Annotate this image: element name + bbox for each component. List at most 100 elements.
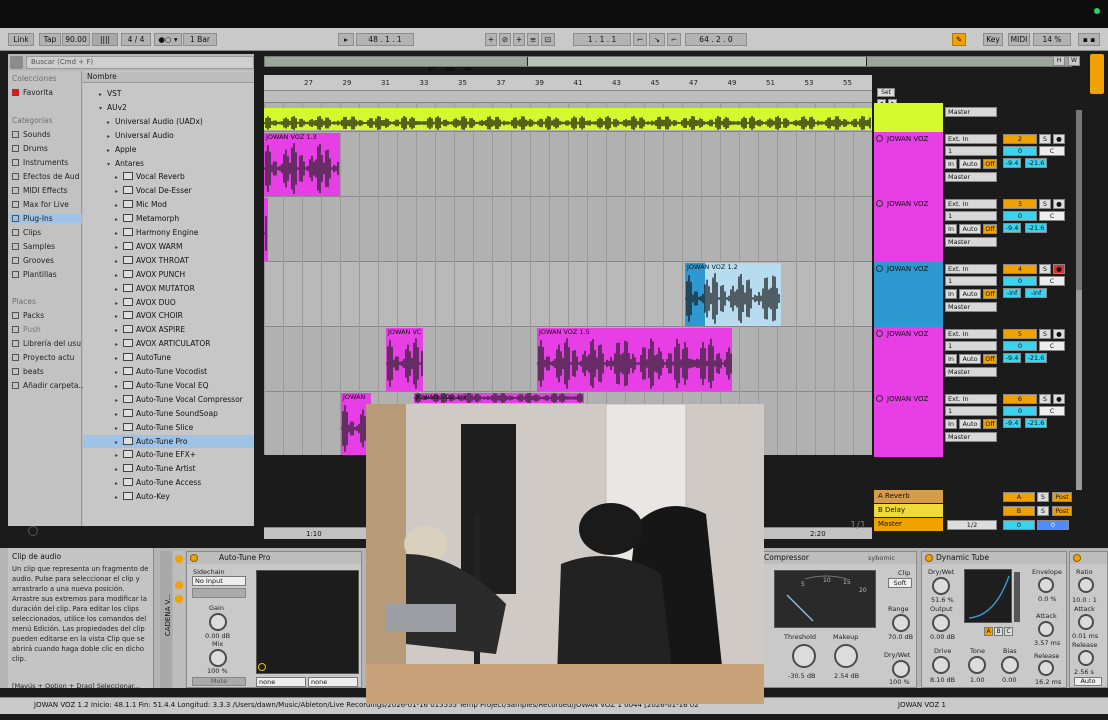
sidebar-item-push[interactable]: Push bbox=[12, 325, 41, 334]
browser-item[interactable]: ▸ AVOX ARTICULATOR bbox=[83, 337, 254, 350]
solo-button[interactable]: S bbox=[1039, 394, 1051, 404]
browser-toggle-icon[interactable] bbox=[10, 56, 23, 69]
monitor-auto-button[interactable]: Auto bbox=[959, 159, 981, 169]
input-type-select[interactable]: Ext. In bbox=[945, 329, 997, 339]
browser-item[interactable]: ▸ Vocal De-Esser bbox=[83, 184, 254, 197]
overdub-button[interactable]: + bbox=[485, 33, 497, 46]
output-select[interactable]: Master bbox=[945, 432, 997, 442]
audio-clip[interactable] bbox=[264, 108, 872, 130]
monitor-off-button[interactable]: Off bbox=[983, 289, 997, 299]
return-a-button[interactable]: A bbox=[1003, 492, 1035, 502]
release-knob[interactable] bbox=[1038, 660, 1054, 676]
browser-item[interactable]: ▸ Apple bbox=[83, 143, 254, 156]
set-button[interactable]: Set bbox=[877, 88, 895, 97]
arrangement-overview[interactable] bbox=[264, 56, 1072, 67]
expand-arrow-icon[interactable]: ▸ bbox=[115, 338, 123, 351]
soft-button[interactable]: Soft bbox=[888, 578, 912, 588]
send-b-field[interactable]: -inf bbox=[1025, 288, 1047, 298]
quantize-select[interactable]: 1 Bar bbox=[183, 33, 217, 46]
sidebar-item-plugins[interactable]: Plug-Ins bbox=[10, 214, 82, 223]
track-header[interactable]: JOWAN VOZ bbox=[874, 197, 943, 262]
metronome-button[interactable]: ●○ ▾ bbox=[154, 33, 182, 46]
browser-item[interactable]: ▸ Vocal Reverb bbox=[83, 170, 254, 183]
expand-arrow-icon[interactable]: ▸ bbox=[115, 394, 123, 407]
key-map-button[interactable]: Key bbox=[983, 33, 1003, 46]
browser-item[interactable]: ▸ Auto-Tune Vocal EQ bbox=[83, 379, 254, 392]
audio-clip[interactable]: JOWAN VOZ 1.3 bbox=[264, 133, 340, 196]
sidebar-item-packs[interactable]: Packs bbox=[12, 311, 44, 320]
send-b-field[interactable]: -21.6 bbox=[1025, 353, 1047, 363]
sidebar-item-samples[interactable]: Samples bbox=[12, 242, 55, 251]
reenable-button[interactable]: + bbox=[513, 33, 525, 46]
monitor-in-button[interactable]: In bbox=[945, 224, 957, 234]
browser-item[interactable]: ▸ Auto-Tune Pro bbox=[83, 434, 254, 449]
expand-arrow-icon[interactable]: ▸ bbox=[115, 269, 123, 282]
position-field[interactable]: 48 . 1 . 1 bbox=[356, 33, 414, 46]
expand-arrow-icon[interactable]: ▸ bbox=[115, 227, 123, 240]
loop-toggle-button[interactable]: ↘ bbox=[649, 33, 665, 46]
volume-field[interactable]: 0 bbox=[1003, 406, 1037, 416]
output-select[interactable]: Master bbox=[945, 237, 997, 247]
send-a-field[interactable]: -9.4 bbox=[1003, 418, 1021, 428]
browser-item[interactable]: ▸ AVOX PUNCH bbox=[83, 268, 254, 281]
expand-arrow-icon[interactable]: ▸ bbox=[115, 255, 123, 268]
beat-time-ruler[interactable]: 27 29 31 33 35 37 39 41 43 45 47 49 51 53 55 bbox=[264, 75, 872, 91]
browser-item[interactable]: ▸ AVOX THROAT bbox=[83, 254, 254, 267]
ratio-attack-knob[interactable] bbox=[1078, 614, 1094, 630]
w-button[interactable]: W bbox=[1068, 56, 1080, 66]
track-header[interactable]: JOWAN VOZ bbox=[874, 327, 943, 392]
input-channel-select[interactable]: 1 bbox=[945, 276, 997, 286]
tempo-nudge[interactable]: |||| bbox=[92, 33, 118, 46]
browser-item[interactable]: ▸ AutoTune bbox=[83, 351, 254, 364]
audio-clip[interactable]: JOWAN VOZ 1.5 bbox=[537, 328, 732, 391]
ratio-auto-button[interactable]: Auto bbox=[1074, 677, 1102, 686]
browser-item[interactable]: ▸ VST bbox=[83, 87, 254, 100]
track-activator-button[interactable]: 6 bbox=[1003, 394, 1037, 404]
expand-arrow-icon[interactable]: ▸ bbox=[115, 213, 123, 226]
expand-arrow-icon[interactable]: ▸ bbox=[115, 422, 123, 435]
attack-knob[interactable] bbox=[1038, 621, 1054, 637]
arm-button[interactable]: ● bbox=[1053, 264, 1065, 274]
expand-arrow-icon[interactable]: ▸ bbox=[115, 436, 123, 449]
audio-clip[interactable] bbox=[264, 198, 268, 261]
tube-c-button[interactable]: C bbox=[1004, 627, 1013, 636]
ratio-release-knob[interactable] bbox=[1078, 650, 1094, 666]
return-b-button[interactable]: B bbox=[1003, 506, 1035, 516]
fold-icon[interactable] bbox=[876, 330, 883, 337]
track-activator-button[interactable]: 3 bbox=[1003, 199, 1037, 209]
browser-item[interactable]: ▸ Metamorph bbox=[83, 212, 254, 225]
monitor-off-button[interactable]: Off bbox=[983, 354, 997, 364]
expand-arrow-icon[interactable]: ▸ bbox=[107, 130, 115, 143]
browser-item[interactable]: ▸ Auto-Tune Artist bbox=[83, 462, 254, 475]
sidechain-select-2[interactable]: none bbox=[308, 677, 358, 687]
expand-arrow-icon[interactable]: ▸ bbox=[115, 324, 123, 337]
return-track-a[interactable]: A Reverb bbox=[874, 490, 943, 503]
return-b-post[interactable]: Post bbox=[1052, 506, 1072, 516]
track-activator-button[interactable]: 5 bbox=[1003, 329, 1037, 339]
browser-footer-icon[interactable] bbox=[28, 526, 38, 536]
input-type-select[interactable]: Ext. In bbox=[945, 199, 997, 209]
sidebar-item-current-project[interactable]: Proyecto actu bbox=[12, 353, 74, 362]
punch-out-button[interactable]: ⌐ bbox=[667, 33, 681, 46]
midi-map-button[interactable]: MIDI bbox=[1008, 33, 1030, 46]
sidebar-item-grooves[interactable]: Grooves bbox=[12, 256, 54, 265]
tube-drywet-knob[interactable] bbox=[932, 577, 950, 595]
makeup-knob[interactable] bbox=[834, 644, 858, 668]
monitor-in-button[interactable]: In bbox=[945, 289, 957, 299]
expand-arrow-icon[interactable]: ▸ bbox=[115, 297, 123, 310]
device-header[interactable] bbox=[1070, 552, 1107, 564]
browser-item[interactable]: ▸ Harmony Engine bbox=[83, 226, 254, 239]
volume-field[interactable]: 0 bbox=[1003, 211, 1037, 221]
volume-field[interactable]: 0 bbox=[1003, 341, 1037, 351]
monitor-in-button[interactable]: In bbox=[945, 159, 957, 169]
sidebar-item-sounds[interactable]: Sounds bbox=[12, 130, 51, 139]
expand-arrow-icon[interactable]: ▸ bbox=[115, 352, 123, 365]
monitor-off-button[interactable]: Off bbox=[983, 159, 997, 169]
browser-item[interactable]: ▸ Auto-Key bbox=[83, 490, 254, 503]
arrangement-scrollbar[interactable] bbox=[1076, 110, 1082, 490]
locator-bar[interactable] bbox=[264, 91, 872, 103]
pan-field[interactable]: C bbox=[1039, 146, 1065, 156]
drive-knob[interactable] bbox=[932, 656, 950, 674]
drywet-knob[interactable] bbox=[892, 660, 910, 678]
browser-item[interactable]: ▸ AVOX ASPIRE bbox=[83, 323, 254, 336]
